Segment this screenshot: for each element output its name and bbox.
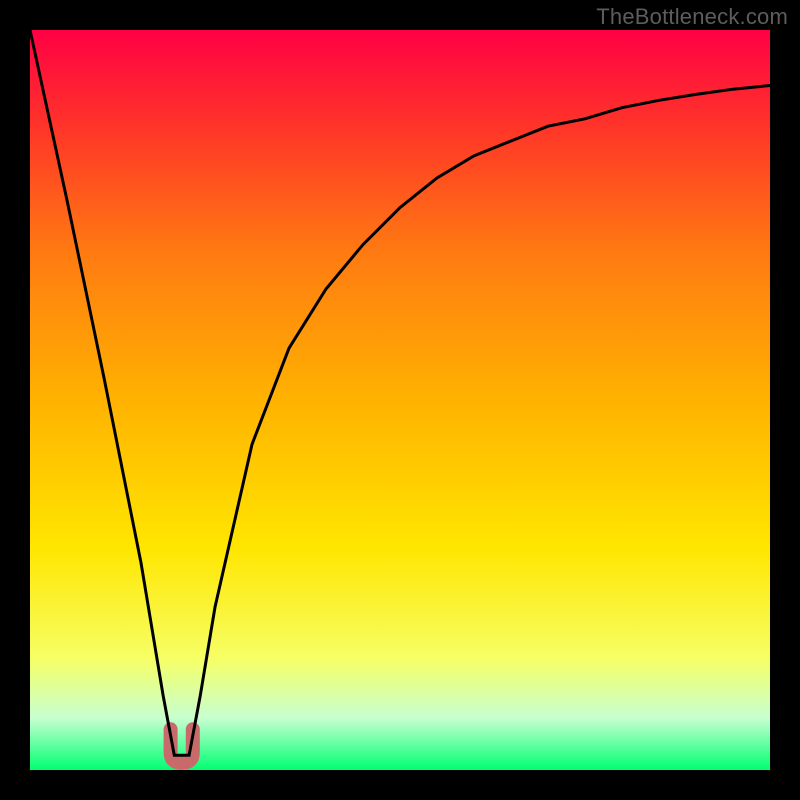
watermark-label: TheBottleneck.com [596,4,788,30]
chart-container: TheBottleneck.com [0,0,800,800]
bottleneck-plot [30,30,770,770]
plot-background [30,30,770,770]
